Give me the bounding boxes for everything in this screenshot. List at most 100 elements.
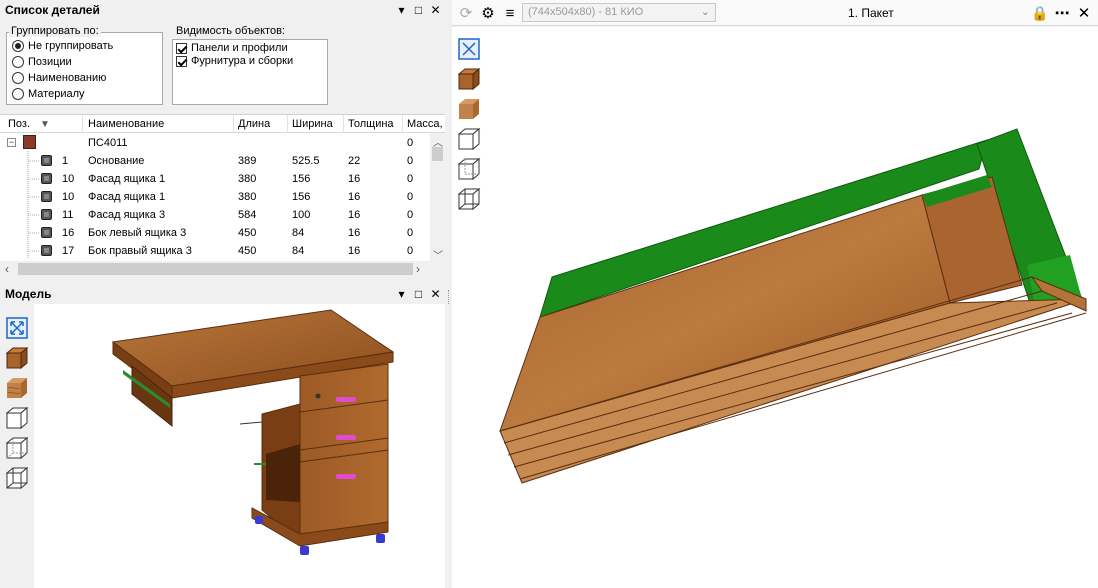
refresh-icon[interactable]: ⟳ [456, 3, 476, 23]
table-row[interactable]: 17 Бок правый ящика 3 450 84 16 0 [0, 242, 430, 260]
checkbox[interactable] [176, 42, 187, 54]
lock-icon[interactable]: 🔒 [1030, 3, 1050, 23]
cell-width: 100 [292, 209, 311, 221]
table-row[interactable]: 10 Фасад ящика 1 380 156 16 0 [0, 170, 430, 188]
checkbox-panels[interactable]: Панели и профили [176, 42, 288, 54]
cell-length: 380 [238, 173, 257, 185]
align-left-icon[interactable]: ≡ [500, 3, 520, 23]
gear-icon[interactable]: ⚙ [478, 3, 498, 23]
scroll-thumb[interactable] [18, 263, 413, 275]
cell-length: 584 [238, 209, 257, 221]
cell-thickness: 16 [348, 227, 361, 239]
cell-width: 84 [292, 245, 305, 257]
scroll-right-icon[interactable]: › [416, 262, 420, 276]
cell-mass: 0 [407, 155, 414, 167]
table-row[interactable]: 10 Фасад ящика 1 380 156 16 0 [0, 188, 430, 206]
close-icon[interactable]: ✕ [430, 2, 441, 18]
visibility-label: Видимость объектов: [174, 25, 287, 37]
cell-pos: 17 [62, 245, 75, 257]
radio-button[interactable] [12, 56, 24, 68]
package-select-value: (744x504x80) - 81 КИО [528, 6, 644, 18]
close-icon[interactable]: ✕ [430, 286, 441, 302]
cell-name: Бок левый ящика 3 [88, 227, 187, 239]
details-panel-title: Список деталей [5, 3, 100, 17]
sort-arrow-icon[interactable]: ▼ [40, 119, 50, 130]
cell-name: Фасад ящика 1 [88, 191, 166, 203]
cell-pos: 11 [62, 209, 74, 221]
checkbox[interactable] [176, 55, 187, 67]
cell-pos: 10 [62, 173, 75, 185]
cell-name: ПС4011 [88, 137, 128, 149]
maximize-icon[interactable]: □ [413, 2, 424, 18]
column-header-name[interactable]: Наименование [88, 118, 164, 130]
cell-mass: 0 [407, 227, 414, 239]
scroll-left-icon[interactable]: ‹ [5, 262, 9, 276]
model-panel-controls: ▾ □ ✕ [396, 286, 441, 302]
model-viewport[interactable] [0, 304, 445, 588]
cell-mass: 0 [407, 137, 414, 149]
table-row-root[interactable]: − ПС4011 0 [0, 134, 430, 152]
cell-width: 525.5 [292, 155, 320, 167]
package-select[interactable]: (744x504x80) - 81 КИО ⌄ [522, 3, 716, 22]
cell-mass: 0 [407, 245, 414, 257]
cell-width: 84 [292, 227, 305, 239]
part-icon [41, 227, 52, 238]
radio-button[interactable] [12, 88, 24, 100]
cell-name: Фасад ящика 1 [88, 173, 166, 185]
radio-material[interactable]: Материалу [12, 88, 85, 100]
more-icon[interactable]: ⋯ [1052, 3, 1072, 23]
vertical-splitter[interactable] [445, 0, 452, 588]
maximize-icon[interactable]: □ [413, 286, 424, 302]
tree-lines [27, 151, 40, 259]
cell-length: 450 [238, 227, 257, 239]
table-row[interactable]: 11 Фасад ящика 3 584 100 16 0 [0, 206, 430, 224]
cell-mass: 0 [407, 191, 414, 203]
radio-label: Не группировать [28, 40, 114, 52]
table-vertical-scrollbar[interactable]: ︿ ﹀ [430, 133, 445, 263]
scroll-thumb[interactable] [432, 147, 443, 161]
column-header-length[interactable]: Длина [238, 118, 270, 130]
radio-button[interactable] [12, 40, 24, 52]
column-header-width[interactable]: Ширина [292, 118, 333, 130]
cell-pos: 1 [62, 155, 69, 167]
cell-thickness: 16 [348, 191, 361, 203]
table-horizontal-scrollbar[interactable]: ‹ › [0, 261, 430, 277]
radio-button[interactable] [12, 72, 24, 84]
scroll-down-icon[interactable]: ﹀ [433, 247, 443, 262]
part-icon [41, 173, 52, 184]
cell-thickness: 16 [348, 245, 361, 257]
radio-positions[interactable]: Позиции [12, 56, 72, 68]
cell-length: 380 [238, 191, 257, 203]
viewer-viewport[interactable] [452, 27, 1098, 588]
radio-no-group[interactable]: Не группировать [12, 40, 113, 52]
cell-length: 389 [238, 155, 257, 167]
chevron-down-icon: ⌄ [700, 6, 710, 18]
cell-name: Основание [88, 155, 145, 167]
cell-pos: 16 [62, 227, 75, 239]
checkbox-hardware[interactable]: Фурнитура и сборки [176, 55, 293, 67]
close-icon[interactable]: ✕ [1074, 3, 1094, 23]
table-row[interactable]: 1 Основание 389 525.5 22 0 [0, 152, 430, 170]
cell-thickness: 22 [348, 155, 361, 167]
table-row[interactable]: 16 Бок левый ящика 3 450 84 16 0 [0, 224, 430, 242]
model-panel: Модель ▾ □ ✕ [0, 284, 445, 588]
checkbox-label: Фурнитура и сборки [191, 55, 294, 67]
cell-width: 156 [292, 191, 311, 203]
radio-name[interactable]: Наименованию [12, 72, 106, 84]
parts-table: Поз. ▼ Наименование Длина Ширина Толщина… [0, 114, 445, 263]
pin-menu-icon[interactable]: ▾ [396, 2, 407, 18]
part-icon [41, 155, 52, 166]
details-panel-controls: ▾ □ ✕ [396, 2, 441, 18]
cell-name: Фасад ящика 3 [88, 209, 166, 221]
column-header-mass[interactable]: Масса, [407, 118, 443, 130]
desk-model-render[interactable] [0, 304, 445, 588]
viewer-toolbar: ⟳ ⚙ ≡ (744x504x80) - 81 КИО ⌄ 1. Пакет 🔒… [452, 0, 1098, 26]
package-model-render[interactable] [452, 27, 1098, 588]
checkbox-label: Панели и профили [191, 42, 288, 54]
pin-menu-icon[interactable]: ▾ [396, 286, 407, 302]
column-header-thickness[interactable]: Толщина [348, 118, 394, 130]
details-panel: Список деталей ▾ □ ✕ Группировать по: Не… [0, 0, 445, 280]
cell-width: 156 [292, 173, 311, 185]
radio-label: Наименованию [28, 72, 107, 84]
model-panel-title: Модель [5, 287, 52, 301]
